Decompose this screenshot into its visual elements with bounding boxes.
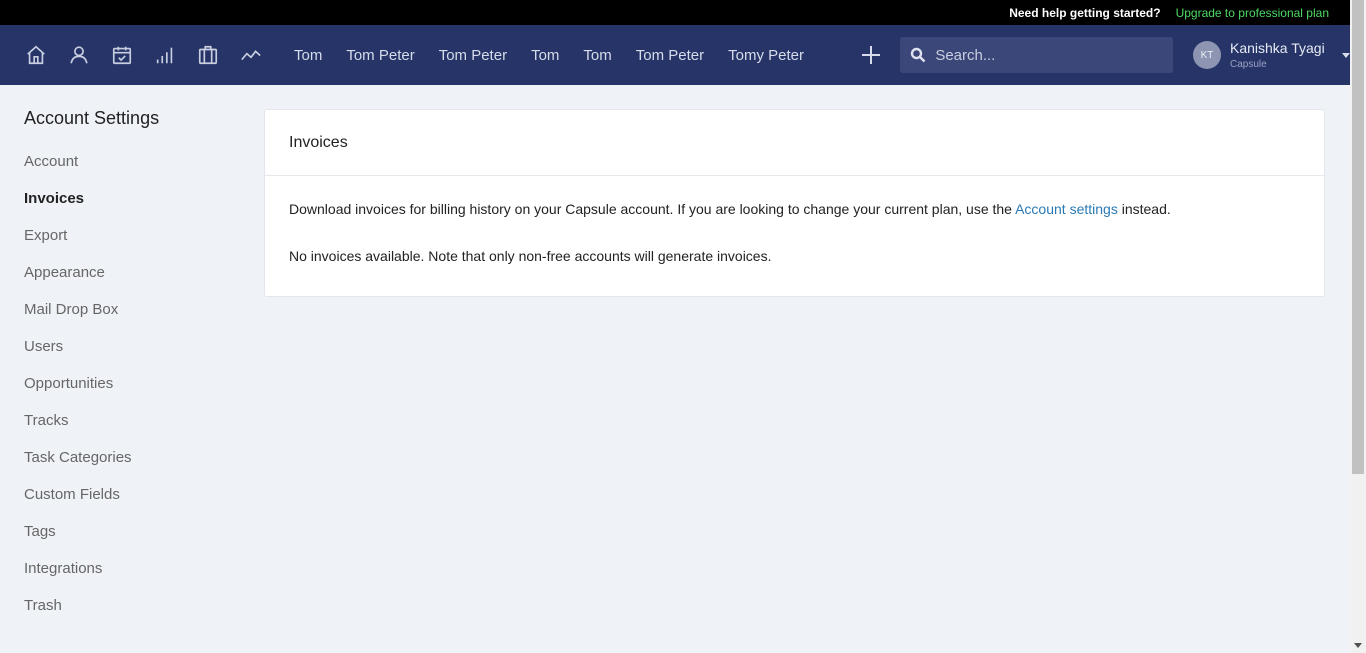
user-menu[interactable]: KT Kanishka Tyagi Capsule xyxy=(1193,40,1350,70)
settings-sidebar: Account Settings Account Invoices Export… xyxy=(24,107,244,634)
invoices-panel: Invoices Download invoices for billing h… xyxy=(264,109,1325,297)
sidebar-item-account[interactable]: Account xyxy=(24,153,244,190)
sidebar-item-tags[interactable]: Tags xyxy=(24,523,244,560)
recent-record-link[interactable]: Tom Peter xyxy=(439,47,507,64)
sidebar-item-tracks[interactable]: Tracks xyxy=(24,412,244,449)
main-navbar: Tom Tom Peter Tom Peter Tom Tom Tom Pete… xyxy=(0,25,1350,85)
calendar-check-icon[interactable] xyxy=(110,43,134,67)
invoices-description: Download invoices for billing history on… xyxy=(289,201,1171,217)
search-input[interactable] xyxy=(935,46,1166,64)
sidebar-item-custom-fields[interactable]: Custom Fields xyxy=(24,486,244,523)
sidebar-item-integrations[interactable]: Integrations xyxy=(24,560,244,597)
activity-icon[interactable] xyxy=(239,43,263,67)
scroll-down-arrow-icon[interactable] xyxy=(1354,643,1362,648)
briefcase-icon[interactable] xyxy=(196,43,220,67)
chevron-down-icon[interactable] xyxy=(1342,52,1350,58)
recent-record-link[interactable]: Tom xyxy=(294,47,322,64)
vertical-scrollbar[interactable] xyxy=(1350,0,1366,653)
sidebar-item-export[interactable]: Export xyxy=(24,227,244,264)
home-icon[interactable] xyxy=(24,43,48,67)
upgrade-link[interactable]: Upgrade to professional plan xyxy=(1176,6,1329,20)
account-settings-link[interactable]: Account settings xyxy=(1015,201,1118,217)
recent-record-link[interactable]: Tom Peter xyxy=(636,47,704,64)
sidebar-item-task-categories[interactable]: Task Categories xyxy=(24,449,244,486)
sidebar-item-trash[interactable]: Trash xyxy=(24,597,244,634)
avatar: KT xyxy=(1193,41,1221,69)
sidebar-item-mail-drop-box[interactable]: Mail Drop Box xyxy=(24,301,244,338)
search-box[interactable] xyxy=(900,37,1173,73)
signal-bars-icon[interactable] xyxy=(153,43,177,67)
user-name: Kanishka Tyagi xyxy=(1230,40,1325,56)
recent-records-bar: Tom Tom Peter Tom Peter Tom Tom Tom Pete… xyxy=(294,47,828,64)
scrollbar-thumb[interactable] xyxy=(1352,0,1364,474)
empty-state-message: No invoices available. Note that only no… xyxy=(289,248,772,264)
sidebar-title: Account Settings xyxy=(24,108,160,128)
top-help-bar: Need help getting started? Upgrade to pr… xyxy=(0,0,1350,25)
recent-record-link[interactable]: Tom Peter xyxy=(346,47,414,64)
panel-title: Invoices xyxy=(265,110,1324,176)
recent-record-link[interactable]: Tom xyxy=(531,47,559,64)
help-text: Need help getting started? xyxy=(1009,5,1161,20)
add-icon[interactable] xyxy=(859,43,882,67)
recent-record-link[interactable]: Tomy Peter xyxy=(728,47,804,64)
person-icon[interactable] xyxy=(67,43,91,67)
sidebar-item-invoices[interactable]: Invoices xyxy=(24,190,244,227)
search-icon xyxy=(911,47,926,63)
recent-record-link[interactable]: Tom xyxy=(583,47,611,64)
user-organisation: Capsule xyxy=(1230,59,1267,70)
sidebar-item-opportunities[interactable]: Opportunities xyxy=(24,375,244,412)
sidebar-item-users[interactable]: Users xyxy=(24,338,244,375)
sidebar-item-appearance[interactable]: Appearance xyxy=(24,264,244,301)
